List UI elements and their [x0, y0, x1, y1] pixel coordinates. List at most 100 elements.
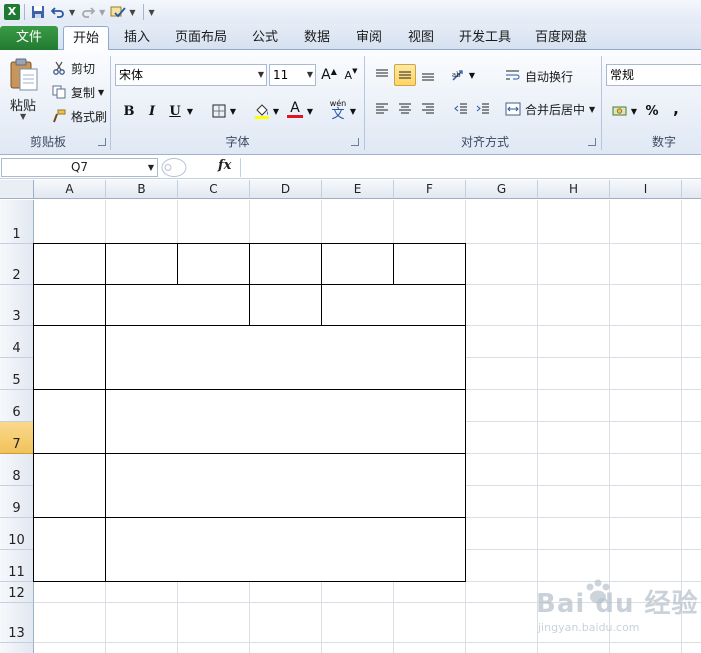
spelling-check-icon[interactable]	[109, 3, 127, 21]
table-cell-a8-a9-merged[interactable]	[33, 453, 106, 518]
shrink-font-button[interactable]: A ▼	[340, 64, 362, 86]
name-box-dropdown-icon[interactable]: ▼	[148, 159, 154, 176]
table-cell-a2[interactable]	[33, 243, 106, 285]
align-left-button[interactable]	[371, 98, 393, 120]
column-header-i[interactable]: I	[610, 180, 682, 199]
row-header-1[interactable]: 1	[0, 200, 34, 244]
increase-indent-button[interactable]	[472, 98, 494, 120]
column-header-f[interactable]: F	[394, 180, 466, 199]
row-header-10[interactable]: 10	[0, 518, 34, 550]
row-header-11[interactable]: 11	[0, 550, 34, 582]
column-header-c[interactable]: C	[178, 180, 250, 199]
tab-baidu-netdisk[interactable]: 百度网盘	[528, 26, 594, 50]
fill-color-dropdown-icon[interactable]: ▼	[270, 100, 282, 122]
underline-dropdown-icon[interactable]: ▼	[184, 100, 196, 122]
row-header-9[interactable]: 9	[0, 486, 34, 518]
column-header-b[interactable]: B	[106, 180, 178, 199]
merge-center-button[interactable]: 合并后居中 ▼	[504, 100, 595, 118]
decrease-indent-button[interactable]	[450, 98, 472, 120]
tab-review[interactable]: 审阅	[348, 26, 390, 50]
save-icon[interactable]	[29, 3, 47, 21]
row-header-3[interactable]: 3	[0, 285, 34, 326]
spelling-dropdown-icon[interactable]: ▼	[129, 8, 135, 17]
column-header-j[interactable]	[682, 180, 701, 199]
table-cell-d2[interactable]	[249, 243, 322, 285]
table-cell-c2[interactable]	[177, 243, 250, 285]
clipboard-launcher-icon[interactable]	[98, 138, 106, 146]
row-header-6[interactable]: 6	[0, 390, 34, 422]
table-cell-b3-c3-merged[interactable]	[105, 284, 250, 326]
row-header-12[interactable]: 12	[0, 582, 34, 603]
column-header-d[interactable]: D	[250, 180, 322, 199]
font-size-dropdown-icon[interactable]: ▼	[307, 65, 313, 85]
font-color-dropdown-icon[interactable]: ▼	[304, 100, 316, 122]
align-middle-button[interactable]	[394, 64, 416, 86]
tab-developer[interactable]: 开发工具	[452, 26, 518, 50]
row-header-4[interactable]: 4	[0, 326, 34, 358]
insert-function-button[interactable]: fx	[218, 158, 231, 173]
column-header-a[interactable]: A	[34, 180, 106, 199]
underline-button[interactable]: U	[164, 100, 186, 122]
paste-dropdown-icon[interactable]: ▼	[20, 112, 26, 121]
align-top-button[interactable]	[371, 64, 393, 86]
bold-button[interactable]: B	[118, 100, 140, 122]
tab-formulas[interactable]: 公式	[244, 26, 286, 50]
phonetic-dropdown-icon[interactable]: ▼	[347, 100, 359, 122]
paste-icon[interactable]	[8, 57, 40, 93]
table-cell-b2[interactable]	[105, 243, 178, 285]
formula-input[interactable]	[240, 158, 701, 177]
row-header-7[interactable]: 7	[0, 422, 34, 454]
font-name-dropdown-icon[interactable]: ▼	[258, 65, 264, 85]
table-cell-b8-f9-merged[interactable]	[105, 453, 466, 518]
font-size-combo[interactable]: 11 ▼	[269, 64, 316, 86]
tab-insert[interactable]: 插入	[114, 26, 160, 50]
table-cell-d3[interactable]	[249, 284, 322, 326]
name-box[interactable]: Q7 ▼	[1, 158, 158, 177]
font-launcher-icon[interactable]	[351, 138, 359, 146]
alignment-launcher-icon[interactable]	[588, 138, 596, 146]
font-color-button[interactable]: A	[284, 98, 306, 120]
row-header-8[interactable]: 8	[0, 454, 34, 486]
column-header-h[interactable]: H	[538, 180, 610, 199]
align-right-button[interactable]	[417, 98, 439, 120]
copy-dropdown-icon[interactable]: ▼	[98, 88, 104, 97]
row-header-5[interactable]: 5	[0, 358, 34, 390]
table-cell-b10-f11-merged[interactable]	[105, 517, 466, 582]
align-bottom-button[interactable]	[417, 64, 439, 86]
number-format-combo[interactable]: 常规	[606, 64, 701, 86]
font-name-combo[interactable]: 宋体 ▼	[115, 64, 267, 86]
comma-style-button[interactable]: ,	[665, 98, 687, 120]
redo-icon[interactable]	[79, 3, 97, 21]
italic-button[interactable]: I	[141, 100, 163, 122]
tab-data[interactable]: 数据	[296, 26, 338, 50]
column-header-e[interactable]: E	[322, 180, 394, 199]
tab-file[interactable]: 文件	[0, 26, 58, 50]
table-cell-b4-f5-merged[interactable]	[105, 325, 466, 390]
row-header-2[interactable]: 2	[0, 244, 34, 285]
undo-icon[interactable]	[49, 3, 67, 21]
borders-dropdown-icon[interactable]: ▼	[227, 100, 239, 122]
table-cell-f2[interactable]	[393, 243, 466, 285]
select-all-button[interactable]	[0, 180, 34, 199]
align-center-button[interactable]	[394, 98, 416, 120]
phonetic-guide-button[interactable]: wén 文	[327, 99, 349, 121]
tab-home[interactable]: 开始	[63, 26, 109, 51]
column-header-g[interactable]: G	[466, 180, 538, 199]
copy-button[interactable]: 复制 ▼	[50, 83, 104, 101]
table-cell-a3[interactable]	[33, 284, 106, 326]
cut-button[interactable]: 剪切	[50, 59, 95, 77]
grow-font-button[interactable]: A ▲	[318, 64, 340, 86]
table-cell-a6-a7-merged[interactable]	[33, 389, 106, 454]
tab-view[interactable]: 视图	[400, 26, 442, 50]
table-cell-a4-a5-merged[interactable]	[33, 325, 106, 390]
format-painter-button[interactable]: 格式刷	[50, 107, 107, 125]
redo-dropdown-icon[interactable]: ▼	[99, 8, 105, 17]
undo-dropdown-icon[interactable]: ▼	[69, 8, 75, 17]
percent-style-button[interactable]: %	[641, 100, 663, 122]
customize-qat-icon[interactable]: ▼	[148, 8, 154, 17]
table-cell-e3-f3-merged[interactable]	[321, 284, 466, 326]
table-cell-a10-a11-merged[interactable]	[33, 517, 106, 582]
tab-page-layout[interactable]: 页面布局	[166, 26, 236, 50]
row-header-14[interactable]	[0, 643, 34, 653]
table-cell-e2[interactable]	[321, 243, 394, 285]
